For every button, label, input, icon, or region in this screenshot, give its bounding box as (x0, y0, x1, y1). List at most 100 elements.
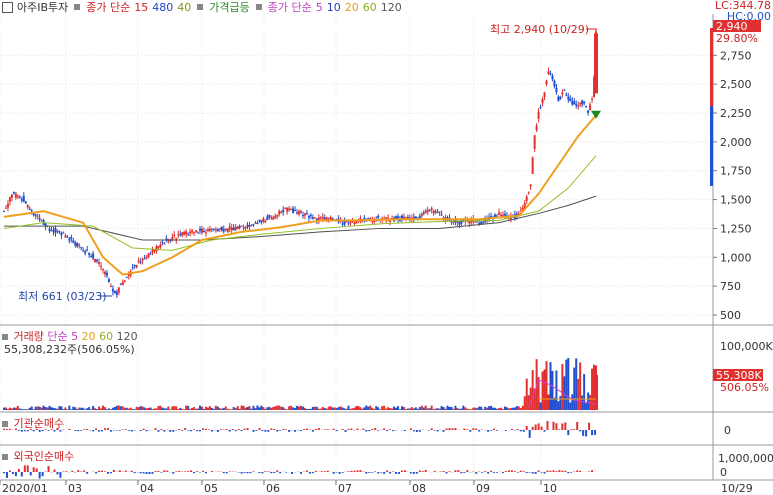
candle-body (268, 215, 271, 218)
candle-body (56, 230, 59, 232)
candle-body (177, 234, 180, 236)
candle-body (242, 227, 245, 229)
candle-body (3, 210, 5, 212)
candle-body (76, 242, 79, 247)
inst-bar (519, 430, 522, 432)
foreign-bar (448, 471, 451, 472)
volume-bar (204, 406, 207, 410)
volume-bar (276, 405, 279, 410)
foreign-bar (56, 472, 59, 475)
candle-body (565, 94, 568, 96)
volume-bar (155, 408, 158, 410)
candle-body (94, 258, 97, 263)
inst-bar (106, 428, 109, 430)
grid-toggle-icon[interactable] (2, 1, 13, 13)
stock-name[interactable]: 아주IB투자 (17, 0, 68, 15)
foreign-bar (80, 471, 83, 472)
inst-bar (127, 430, 130, 431)
volume-bar (377, 407, 380, 410)
x-tick-label: 2020/01 (2, 482, 48, 495)
candle-body (212, 228, 215, 230)
ma2-period-60: 60 (362, 0, 377, 14)
inst-bar (466, 429, 469, 430)
foreign-bar (510, 470, 513, 472)
foreign-bar (490, 470, 493, 472)
volume-bar (177, 408, 180, 410)
candle-body (191, 230, 194, 233)
inst-bar (350, 428, 353, 430)
volume-bar (529, 387, 532, 410)
foreign-bar (305, 470, 308, 472)
foreign-bar (531, 472, 534, 474)
inst-bar (478, 430, 481, 432)
volume-bar (129, 407, 132, 410)
inst-bar (463, 428, 466, 430)
ma-period-40: 40 (177, 0, 192, 14)
candle-body (567, 96, 570, 100)
volume-bar (46, 407, 49, 410)
foreign-bar (579, 470, 582, 472)
candle-body (100, 266, 103, 268)
volume-bar (8, 407, 11, 410)
inst-bar (267, 430, 270, 432)
inst-bar (311, 430, 314, 432)
last-candle (594, 33, 599, 94)
candle-body (480, 221, 483, 224)
candle-body (54, 227, 57, 233)
inst-bar (588, 422, 591, 430)
foreign-bar (380, 472, 383, 473)
volume-bar (64, 407, 67, 410)
volume-bar (36, 406, 39, 410)
ma2-label: 종가 단순 (267, 1, 312, 14)
foreign-bar (154, 471, 157, 472)
inst-bar (442, 430, 445, 432)
candle-body (84, 251, 87, 254)
range-bar-down (710, 106, 713, 186)
foreign-bar (546, 470, 549, 472)
volume-bar (6, 408, 9, 410)
candle-body (300, 211, 302, 213)
volume-bar (272, 406, 275, 410)
volume-bar (62, 409, 65, 410)
foreign-bar (157, 470, 160, 472)
foreign-bar (193, 472, 196, 474)
volume-bar (220, 408, 223, 410)
inst-bar (86, 428, 89, 430)
volume-bar (313, 406, 316, 410)
foreign-bar (23, 465, 26, 472)
candle-body (88, 252, 91, 255)
volume-bar (474, 407, 477, 410)
candle-body (236, 226, 239, 229)
foreign-bar (47, 466, 50, 472)
volume-bar (268, 406, 271, 410)
last-pct: 29.80% (716, 32, 758, 45)
candle-body (418, 216, 421, 219)
volume-bar (94, 408, 97, 410)
inst-bar (564, 422, 567, 430)
foreign-bar (246, 472, 249, 474)
foreign-bar (457, 470, 460, 472)
foreign-bar (166, 470, 169, 472)
y-tick-label: 1,500 (720, 194, 752, 207)
candle-body (105, 272, 108, 276)
foreign-bar (487, 472, 490, 474)
inst-bar (219, 429, 222, 430)
volume-bar (20, 409, 23, 410)
foreign-bar (243, 472, 246, 473)
candle-body (525, 196, 528, 201)
candle-body (36, 215, 39, 217)
foreign-bar (558, 470, 561, 472)
y-tick-label: 2,000 (720, 136, 752, 149)
candle-body (553, 80, 556, 87)
volume-bar (452, 408, 455, 410)
volume-bar (442, 406, 445, 410)
volume-bar (466, 408, 469, 410)
volume-bar (284, 408, 287, 410)
volume-bar (365, 405, 368, 410)
candle-body (303, 213, 306, 216)
candle-body (478, 223, 481, 225)
volume-bar (343, 408, 346, 410)
volume-bar (347, 405, 350, 410)
candle-body (414, 216, 417, 219)
volume-bar (191, 407, 194, 410)
